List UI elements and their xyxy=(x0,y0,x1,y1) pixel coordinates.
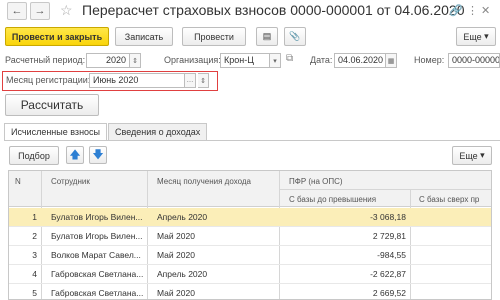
cell-employee: Булатов Игорь Вилен... xyxy=(51,231,143,241)
period-stepper[interactable]: ⇕ xyxy=(130,53,141,68)
cell-employee: Волков Марат Савел... xyxy=(51,250,141,260)
cell-n: 4 xyxy=(32,269,37,279)
cell-month: Апрель 2020 xyxy=(157,269,208,279)
move-up-button[interactable]: 🡅 xyxy=(66,146,84,164)
open-org-icon[interactable]: ⧉ xyxy=(286,53,293,64)
cell-month: Май 2020 xyxy=(157,288,195,298)
cell-month: Апрель 2020 xyxy=(157,212,208,222)
star-icon[interactable]: ☆ xyxy=(60,2,73,19)
tab-divider xyxy=(4,140,500,141)
move-down-button[interactable]: 🡇 xyxy=(89,146,107,164)
period-input[interactable]: 2020 xyxy=(86,53,130,68)
cell-employee: Булатов Игорь Вилен... xyxy=(51,212,143,222)
forward-button[interactable]: → xyxy=(30,2,50,20)
close-icon[interactable]: ✕ xyxy=(481,4,490,17)
tab-calculated-contributions[interactable]: Исчисленные взносы xyxy=(4,123,108,141)
col-base-above[interactable]: С базы сверх пр xyxy=(419,195,479,204)
header-fields: Расчетный период: 2020 ⇕ Организация: Кр… xyxy=(0,52,500,70)
menu-dots-icon[interactable]: ⋮ xyxy=(467,4,478,17)
calendar-button[interactable]: ▦ xyxy=(386,53,397,68)
table-row[interactable]: 3 Волков Марат Савел... Май 2020 -984,55 xyxy=(9,246,491,265)
chevron-down-icon: ▾ xyxy=(484,31,489,41)
cell-n: 3 xyxy=(32,250,37,260)
org-dropdown[interactable]: ▾ xyxy=(270,53,281,68)
arrow-down-icon: 🡇 xyxy=(92,148,104,161)
cell-value: 2 729,81 xyxy=(372,231,406,241)
post-and-close-button[interactable]: Провести и закрыть xyxy=(5,27,109,46)
period-label: Расчетный период: xyxy=(5,55,86,65)
main-toolbar: Провести и закрыть Записать Провести ▤ 📎… xyxy=(0,25,500,47)
cell-month: Май 2020 xyxy=(157,231,195,241)
cell-n: 5 xyxy=(32,288,37,298)
arrow-up-icon: 🡅 xyxy=(69,148,81,161)
title-bar: ← → ☆ Перерасчет страховых взносов 0000-… xyxy=(0,0,500,22)
date-label: Дата: xyxy=(310,55,333,65)
date-input[interactable]: 04.06.2020 xyxy=(334,53,386,68)
arrow-right-icon: → xyxy=(34,5,46,17)
col-month[interactable]: Месяц получения дохода xyxy=(157,177,251,186)
table-row[interactable]: 1 Булатов Игорь Вилен... Апрель 2020 -3 … xyxy=(9,208,491,227)
cell-employee: Габровская Светлана... xyxy=(51,269,144,279)
col-pfr[interactable]: ПФР (на ОПС) xyxy=(289,177,343,186)
table-more-label: Еще xyxy=(459,150,478,161)
col-base-below[interactable]: С базы до превышения xyxy=(289,195,376,204)
table-row[interactable]: 5 Габровская Светлана... Май 2020 2 669,… xyxy=(9,284,491,299)
month-input[interactable]: Июнь 2020 xyxy=(89,73,185,88)
paperclip-icon: 📎 xyxy=(289,31,301,41)
select-button[interactable]: Подбор xyxy=(9,146,59,165)
cell-value: 2 669,52 xyxy=(372,288,406,298)
month-label: Месяц регистрации: xyxy=(6,75,91,85)
col-n[interactable]: N xyxy=(15,177,21,186)
tab-income-info[interactable]: Сведения о доходах xyxy=(108,123,208,141)
month-select-button[interactable]: … xyxy=(185,73,196,88)
arrow-left-icon: ← xyxy=(11,5,23,17)
tab-bar: Исчисленные взносы Сведения о доходах xyxy=(4,123,208,141)
report-button[interactable]: ▤ xyxy=(256,27,278,46)
chevron-down-icon: ▾ xyxy=(480,150,485,160)
cell-n: 1 xyxy=(32,212,37,222)
table-toolbar: Подбор 🡅 🡇 Еще ▾ xyxy=(0,145,500,167)
cell-value: -984,55 xyxy=(377,250,406,260)
cell-n: 2 xyxy=(32,231,37,241)
save-button[interactable]: Записать xyxy=(115,27,173,46)
document-list-icon: ▤ xyxy=(262,31,272,41)
number-input[interactable]: 0000-00000 xyxy=(448,53,500,68)
table-row[interactable]: 2 Булатов Игорь Вилен... Май 2020 2 729,… xyxy=(9,227,491,246)
cell-value: -2 622,87 xyxy=(370,269,406,279)
header-divider xyxy=(279,189,491,190)
contributions-table: N Сотрудник Месяц получения дохода ПФР (… xyxy=(8,170,492,300)
month-highlight: Месяц регистрации: Июнь 2020 … ⇕ xyxy=(2,71,218,91)
table-row[interactable]: 4 Габровская Светлана... Апрель 2020 -2 … xyxy=(9,265,491,284)
cell-value: -3 068,18 xyxy=(370,212,406,222)
calendar-icon: ▦ xyxy=(387,57,395,65)
cell-month: Май 2020 xyxy=(157,250,195,260)
col-employee[interactable]: Сотрудник xyxy=(51,177,90,186)
org-label: Организация: xyxy=(164,55,221,65)
more-button[interactable]: Еще ▾ xyxy=(456,27,496,46)
more-label: Еще xyxy=(463,31,482,42)
back-button[interactable]: ← xyxy=(7,2,27,20)
window-title: Перерасчет страховых взносов 0000-000001… xyxy=(82,2,465,18)
link-icon[interactable]: 🔗 xyxy=(449,4,463,17)
number-label: Номер: xyxy=(414,55,445,65)
cell-employee: Габровская Светлана... xyxy=(51,288,144,298)
org-input[interactable]: Крон-Ц xyxy=(220,53,270,68)
month-stepper[interactable]: ⇕ xyxy=(198,73,209,88)
post-button[interactable]: Провести xyxy=(182,27,246,46)
table-more-button[interactable]: Еще ▾ xyxy=(452,146,492,165)
calculate-button[interactable]: Рассчитать xyxy=(5,94,99,116)
attach-button[interactable]: 📎 xyxy=(284,27,306,46)
